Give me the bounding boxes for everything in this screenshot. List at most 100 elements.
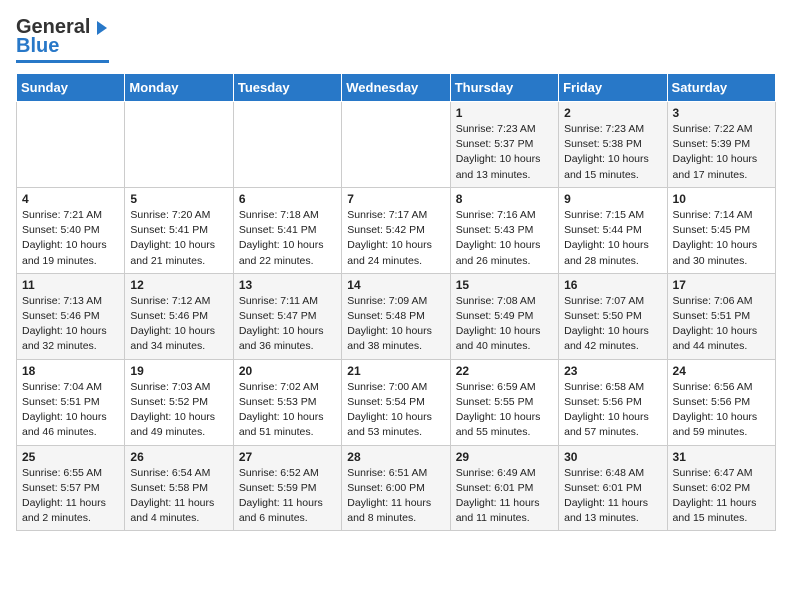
day-number: 25 (22, 450, 119, 464)
col-header-tuesday: Tuesday (233, 74, 341, 102)
day-number: 2 (564, 106, 661, 120)
calendar-cell: 6 Sunrise: 7:18 AM Sunset: 5:41 PM Daylig… (233, 187, 341, 273)
day-info: Sunrise: 6:59 AM Sunset: 5:55 PM Dayligh… (456, 380, 553, 441)
day-info: Sunrise: 7:04 AM Sunset: 5:51 PM Dayligh… (22, 380, 119, 441)
calendar-week-row: 4Sunrise: 7:21 AM Sunset: 5:40 PM Daylig… (17, 187, 776, 273)
day-info: Sunrise: 7:06 AM Sunset: 5:51 PM Dayligh… (673, 294, 770, 355)
calendar-cell: 23 Sunrise: 6:58 AM Sunset: 5:56 PM Dayli… (559, 359, 667, 445)
day-info: Sunrise: 6:58 AM Sunset: 5:56 PM Dayligh… (564, 380, 661, 441)
day-number: 26 (130, 450, 227, 464)
calendar-cell: 20Sunrise: 7:02 AM Sunset: 5:53 PM Dayli… (233, 359, 341, 445)
day-info: Sunrise: 7:23 AM Sunset: 5:38 PM Dayligh… (564, 122, 661, 183)
calendar-cell: 9 Sunrise: 7:15 AM Sunset: 5:44 PM Daylig… (559, 187, 667, 273)
day-info: Sunrise: 7:12 AM Sunset: 5:46 PM Dayligh… (130, 294, 227, 355)
calendar-week-row: 25 Sunrise: 6:55 AM Sunset: 5:57 PM Dayli… (17, 445, 776, 531)
day-info: Sunrise: 7:02 AM Sunset: 5:53 PM Dayligh… (239, 380, 336, 441)
day-number: 14 (347, 278, 444, 292)
day-info: Sunrise: 7:03 AM Sunset: 5:52 PM Dayligh… (130, 380, 227, 441)
calendar-cell (233, 102, 341, 188)
col-header-friday: Friday (559, 74, 667, 102)
calendar-table: SundayMondayTuesdayWednesdayThursdayFrid… (16, 73, 776, 531)
day-info: Sunrise: 6:52 AM Sunset: 5:59 PM Dayligh… (239, 466, 336, 527)
calendar-cell: 28 Sunrise: 6:51 AM Sunset: 6:00 PM Dayli… (342, 445, 450, 531)
calendar-cell: 18 Sunrise: 7:04 AM Sunset: 5:51 PM Dayli… (17, 359, 125, 445)
calendar-cell: 25 Sunrise: 6:55 AM Sunset: 5:57 PM Dayli… (17, 445, 125, 531)
calendar-week-row: 18 Sunrise: 7:04 AM Sunset: 5:51 PM Dayli… (17, 359, 776, 445)
day-number: 16 (564, 278, 661, 292)
calendar-cell: 10Sunrise: 7:14 AM Sunset: 5:45 PM Dayli… (667, 187, 775, 273)
day-info: Sunrise: 7:18 AM Sunset: 5:41 PM Dayligh… (239, 208, 336, 269)
calendar-cell: 22 Sunrise: 6:59 AM Sunset: 5:55 PM Dayli… (450, 359, 558, 445)
day-number: 15 (456, 278, 553, 292)
col-header-monday: Monday (125, 74, 233, 102)
page-header: General Blue (16, 16, 776, 63)
day-info: Sunrise: 6:55 AM Sunset: 5:57 PM Dayligh… (22, 466, 119, 527)
day-info: Sunrise: 7:08 AM Sunset: 5:49 PM Dayligh… (456, 294, 553, 355)
day-number: 24 (673, 364, 770, 378)
col-header-saturday: Saturday (667, 74, 775, 102)
calendar-cell: 13 Sunrise: 7:11 AM Sunset: 5:47 PM Dayli… (233, 273, 341, 359)
day-info: Sunrise: 7:16 AM Sunset: 5:43 PM Dayligh… (456, 208, 553, 269)
calendar-cell: 27 Sunrise: 6:52 AM Sunset: 5:59 PM Dayli… (233, 445, 341, 531)
day-number: 12 (130, 278, 227, 292)
day-info: Sunrise: 6:51 AM Sunset: 6:00 PM Dayligh… (347, 466, 444, 527)
day-info: Sunrise: 6:48 AM Sunset: 6:01 PM Dayligh… (564, 466, 661, 527)
day-info: Sunrise: 7:11 AM Sunset: 5:47 PM Dayligh… (239, 294, 336, 355)
logo-blue-text: Blue (16, 35, 59, 58)
calendar-cell: 19 Sunrise: 7:03 AM Sunset: 5:52 PM Dayli… (125, 359, 233, 445)
day-info: Sunrise: 6:49 AM Sunset: 6:01 PM Dayligh… (456, 466, 553, 527)
day-number: 9 (564, 192, 661, 206)
calendar-cell: 29 Sunrise: 6:49 AM Sunset: 6:01 PM Dayli… (450, 445, 558, 531)
day-info: Sunrise: 7:13 AM Sunset: 5:46 PM Dayligh… (22, 294, 119, 355)
calendar-cell: 5 Sunrise: 7:20 AM Sunset: 5:41 PM Daylig… (125, 187, 233, 273)
calendar-cell: 7 Sunrise: 7:17 AM Sunset: 5:42 PM Daylig… (342, 187, 450, 273)
day-info: Sunrise: 7:23 AM Sunset: 5:37 PM Dayligh… (456, 122, 553, 183)
calendar-week-row: 11 Sunrise: 7:13 AM Sunset: 5:46 PM Dayli… (17, 273, 776, 359)
day-info: Sunrise: 7:20 AM Sunset: 5:41 PM Dayligh… (130, 208, 227, 269)
day-info: Sunrise: 7:22 AM Sunset: 5:39 PM Dayligh… (673, 122, 770, 183)
logo: General Blue (16, 16, 109, 63)
day-number: 17 (673, 278, 770, 292)
day-number: 7 (347, 192, 444, 206)
day-number: 19 (130, 364, 227, 378)
col-header-thursday: Thursday (450, 74, 558, 102)
day-info: Sunrise: 7:15 AM Sunset: 5:44 PM Dayligh… (564, 208, 661, 269)
calendar-cell: 31 Sunrise: 6:47 AM Sunset: 6:02 PM Dayli… (667, 445, 775, 531)
calendar-cell: 1 Sunrise: 7:23 AM Sunset: 5:37 PM Daylig… (450, 102, 558, 188)
calendar-cell: 3 Sunrise: 7:22 AM Sunset: 5:39 PM Daylig… (667, 102, 775, 188)
day-number: 5 (130, 192, 227, 206)
calendar-cell: 8 Sunrise: 7:16 AM Sunset: 5:43 PM Daylig… (450, 187, 558, 273)
day-number: 13 (239, 278, 336, 292)
day-number: 1 (456, 106, 553, 120)
day-number: 11 (22, 278, 119, 292)
calendar-cell: 11 Sunrise: 7:13 AM Sunset: 5:46 PM Dayli… (17, 273, 125, 359)
calendar-cell: 17 Sunrise: 7:06 AM Sunset: 5:51 PM Dayli… (667, 273, 775, 359)
day-number: 28 (347, 450, 444, 464)
day-number: 10 (673, 192, 770, 206)
day-number: 22 (456, 364, 553, 378)
calendar-cell: 15 Sunrise: 7:08 AM Sunset: 5:49 PM Dayli… (450, 273, 558, 359)
logo-underline (16, 60, 109, 63)
col-header-wednesday: Wednesday (342, 74, 450, 102)
day-info: Sunrise: 7:07 AM Sunset: 5:50 PM Dayligh… (564, 294, 661, 355)
day-info: Sunrise: 7:17 AM Sunset: 5:42 PM Dayligh… (347, 208, 444, 269)
day-number: 27 (239, 450, 336, 464)
calendar-cell (125, 102, 233, 188)
calendar-cell: 12 Sunrise: 7:12 AM Sunset: 5:46 PM Dayli… (125, 273, 233, 359)
day-number: 23 (564, 364, 661, 378)
day-info: Sunrise: 7:00 AM Sunset: 5:54 PM Dayligh… (347, 380, 444, 441)
day-number: 30 (564, 450, 661, 464)
day-number: 6 (239, 192, 336, 206)
calendar-cell: 16 Sunrise: 7:07 AM Sunset: 5:50 PM Dayli… (559, 273, 667, 359)
day-number: 18 (22, 364, 119, 378)
day-number: 3 (673, 106, 770, 120)
day-info: Sunrise: 7:09 AM Sunset: 5:48 PM Dayligh… (347, 294, 444, 355)
day-number: 31 (673, 450, 770, 464)
calendar-header-row: SundayMondayTuesdayWednesdayThursdayFrid… (17, 74, 776, 102)
day-number: 29 (456, 450, 553, 464)
calendar-cell: 30 Sunrise: 6:48 AM Sunset: 6:01 PM Dayli… (559, 445, 667, 531)
calendar-week-row: 1 Sunrise: 7:23 AM Sunset: 5:37 PM Daylig… (17, 102, 776, 188)
day-number: 8 (456, 192, 553, 206)
day-info: Sunrise: 6:47 AM Sunset: 6:02 PM Dayligh… (673, 466, 770, 527)
calendar-cell: 26Sunrise: 6:54 AM Sunset: 5:58 PM Dayli… (125, 445, 233, 531)
